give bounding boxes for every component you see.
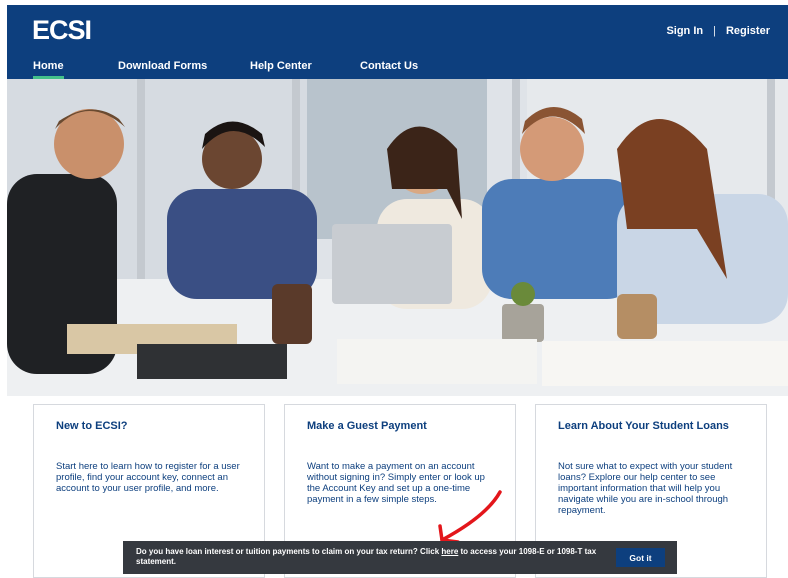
here-link[interactable]: here — [441, 547, 458, 556]
banner-text-start: Do you have loan interest or tuition pay… — [136, 547, 442, 556]
auth-separator: | — [713, 25, 716, 37]
cookie-banner: Do you have loan interest or tuition pay… — [123, 541, 677, 574]
nav-contact-us[interactable]: Contact Us — [360, 56, 418, 79]
sign-in-link[interactable]: Sign In — [666, 25, 703, 37]
card-body: Start here to learn how to register for … — [56, 461, 240, 494]
register-link[interactable]: Register — [726, 25, 770, 37]
card-title[interactable]: Make a Guest Payment — [307, 420, 427, 432]
card-body: Want to make a payment on an account wit… — [307, 461, 485, 505]
site-header: ECSI Sign In | Register Home Download Fo… — [7, 5, 788, 79]
got-it-button[interactable]: Got it — [616, 548, 665, 567]
ecsi-logo[interactable]: ECSI — [32, 15, 92, 46]
nav-help-center[interactable]: Help Center — [250, 56, 312, 79]
card-body: Not sure what to expect with your studen… — [558, 461, 733, 516]
nav-home[interactable]: Home — [33, 56, 64, 79]
auth-links: Sign In | Register — [666, 25, 770, 37]
card-title[interactable]: Learn About Your Student Loans — [558, 420, 729, 432]
card-title[interactable]: New to ECSI? — [56, 420, 128, 432]
cookie-banner-text: Do you have loan interest or tuition pay… — [136, 547, 616, 567]
hero-image — [7, 79, 788, 396]
nav-download-forms[interactable]: Download Forms — [118, 56, 207, 79]
